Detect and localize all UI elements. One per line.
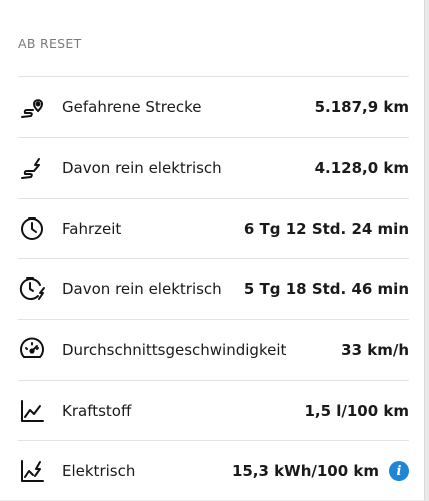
stat-row-drive-time: Fahrzeit 6 Tg 12 Std. 24 min bbox=[18, 198, 409, 259]
stat-value: 15,3 kWh/100 km bbox=[231, 462, 379, 480]
electric-chart-icon bbox=[18, 457, 46, 485]
stat-value: 4.128,0 km bbox=[314, 159, 409, 177]
stat-label: Fahrzeit bbox=[62, 220, 122, 238]
stat-value: 1,5 l/100 km bbox=[304, 402, 409, 420]
stat-row-distance: Gefahrene Strecke 5.187,9 km bbox=[18, 76, 409, 137]
stat-value: 33 km/h bbox=[341, 341, 409, 359]
stat-label: Durchschnittsgeschwindigkeit bbox=[62, 341, 287, 359]
stat-row-electric-consumption: Elektrisch 15,3 kWh/100 km i bbox=[18, 440, 409, 501]
stat-label: Davon rein elektrisch bbox=[62, 280, 222, 298]
route-pin-icon bbox=[18, 93, 46, 121]
info-icon[interactable]: i bbox=[389, 461, 409, 481]
electric-route-icon bbox=[18, 154, 46, 182]
clock-icon bbox=[18, 215, 46, 243]
stat-value: 6 Tg 12 Std. 24 min bbox=[243, 220, 409, 238]
speedometer-icon bbox=[18, 336, 46, 364]
electric-clock-icon bbox=[18, 275, 46, 303]
stat-row-avg-speed: Durchschnittsgeschwindigkeit 33 km/h bbox=[18, 319, 409, 380]
stat-label: Elektrisch bbox=[62, 462, 136, 480]
stat-value: 5.187,9 km bbox=[314, 98, 409, 116]
fuel-chart-icon bbox=[18, 397, 46, 425]
stat-label: Gefahrene Strecke bbox=[62, 98, 202, 116]
stat-value: 5 Tg 18 Std. 46 min bbox=[243, 280, 409, 298]
stat-row-electric-drive-time: Davon rein elektrisch 5 Tg 18 Std. 46 mi… bbox=[18, 258, 409, 319]
stat-row-electric-distance: Davon rein elektrisch 4.128,0 km bbox=[18, 137, 409, 198]
trip-stats-card: AB RESET Gefahrene Strecke 5.187,9 km Da… bbox=[0, 0, 425, 500]
section-header: AB RESET bbox=[18, 36, 82, 51]
stat-row-fuel: Kraftstoff 1,5 l/100 km bbox=[18, 380, 409, 441]
stat-label: Kraftstoff bbox=[62, 402, 132, 420]
stat-label: Davon rein elektrisch bbox=[62, 159, 222, 177]
